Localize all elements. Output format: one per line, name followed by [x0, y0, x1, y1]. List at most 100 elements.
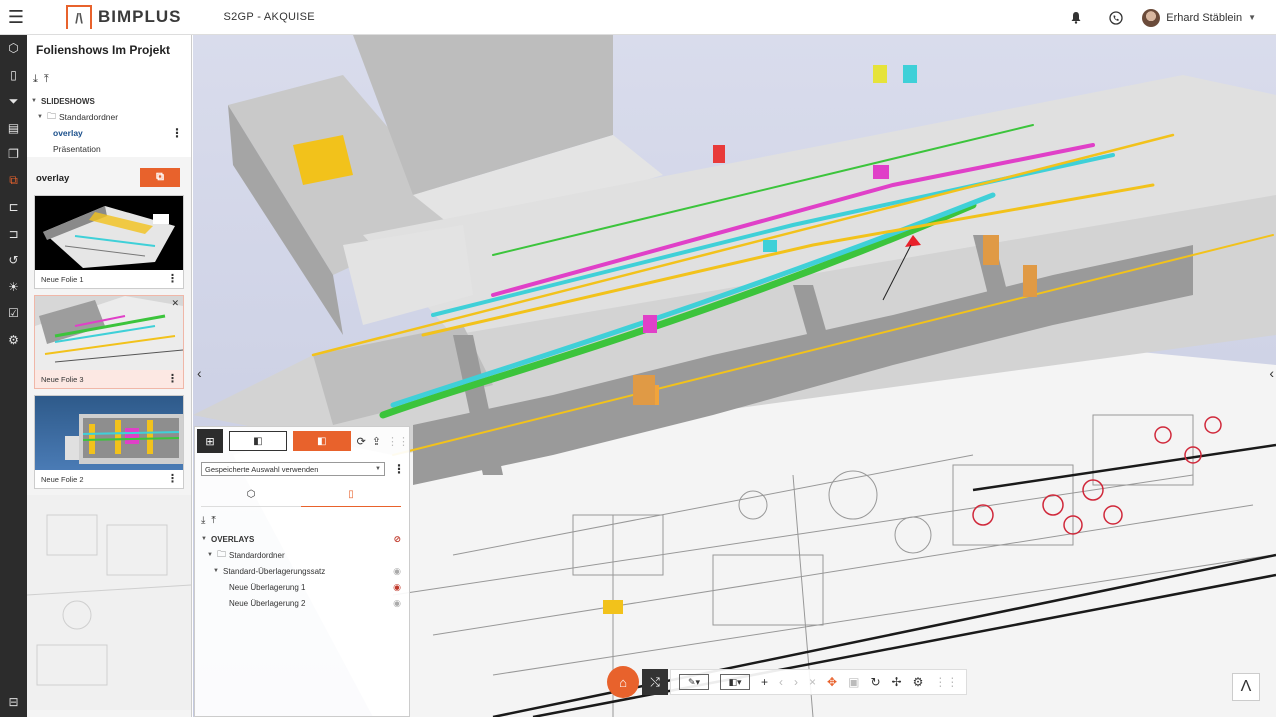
pan-icon[interactable]: ✢ [892, 675, 902, 689]
selection-dropdown[interactable]: Gespeicherte Auswahl verwenden ▼ [201, 462, 385, 476]
section-box-dropdown[interactable]: ◧▾ [720, 674, 750, 690]
overlay-folder-label: Standardordner [229, 550, 285, 560]
overlay-toolbar: ⊞ ◧ ◧ ⟳ ⇪ ⋮⋮ [195, 427, 409, 455]
slide-title: Neue Folie 1 [41, 274, 84, 284]
hamburger-menu-icon[interactable]: ☰ [0, 0, 32, 35]
slide-label-row: Neue Folie 2 ⋮ [35, 470, 183, 488]
selected-show-name: overlay [36, 172, 70, 184]
measure-mode-dropdown[interactable]: ✎▾ [679, 674, 709, 690]
slide-thumbnail [35, 396, 183, 470]
tree-folder[interactable]: ▼ 🗀 Standardordner [27, 109, 191, 125]
add-slide-button[interactable]: ⧉ [140, 168, 180, 187]
more-options-icon[interactable]: ⋮ [167, 370, 178, 388]
move-icon[interactable]: ✥ [827, 675, 837, 689]
overlay-tree-tools: ⤓ ⤒ [195, 509, 409, 531]
structure-icon[interactable]: ⊐ [0, 221, 27, 248]
phone-icon[interactable] [1096, 0, 1136, 35]
overlay-mode-button[interactable]: ◧ [228, 431, 287, 451]
slide-title: Neue Folie 2 [41, 474, 84, 484]
cart-icon[interactable]: ⊟ [0, 691, 27, 713]
tree-item-overlay[interactable]: overlay ⋮ [27, 125, 191, 141]
slide-card[interactable]: Neue Folie 2 ⋮ [34, 395, 184, 489]
chevron-down-icon: ▼ [375, 466, 381, 472]
slide-card[interactable]: ✕ Neue Folie 3 ⋮ [34, 295, 184, 389]
tab-model[interactable]: ⬡ [201, 483, 301, 507]
fit-view-icon[interactable]: ▣ [848, 675, 859, 689]
chevron-left-icon[interactable]: ‹ [197, 365, 202, 381]
overlay-mode-active-button[interactable]: ◧ [292, 431, 351, 451]
model-cube-icon[interactable]: ⬡ [0, 35, 27, 62]
more-options-icon[interactable]: ⋮ [393, 462, 405, 476]
drag-handle-icon[interactable]: ⋮⋮ [934, 675, 958, 689]
eye-icon[interactable]: ◉ [393, 582, 401, 593]
sun-icon[interactable]: ☀ [0, 274, 27, 301]
chevron-down-icon: ▼ [207, 552, 213, 558]
collapse-all-icon[interactable]: ⤒ [44, 73, 49, 86]
tree-root-label: SLIDESHOWS [41, 96, 95, 106]
close-icon[interactable]: ✕ [171, 298, 179, 309]
checklist-icon[interactable]: ☑ [0, 300, 27, 327]
more-options-icon[interactable]: ⋮ [171, 125, 183, 141]
filter-icon[interactable]: ⏷ [0, 88, 27, 115]
eye-icon[interactable]: ◉ [393, 598, 401, 609]
collapse-all-icon[interactable]: ⤒ [211, 515, 215, 526]
expand-all-icon[interactable]: ⤓ [33, 73, 38, 86]
home-icon[interactable]: ⌂ [607, 666, 639, 698]
hierarchy-icon[interactable]: ⊏ [0, 194, 27, 221]
selection-row: Gespeicherte Auswahl verwenden ▼ ⋮ [195, 455, 409, 483]
map-icon: ▯ [348, 489, 354, 500]
chevron-right-icon[interactable]: ‹ [1269, 365, 1274, 381]
more-options-icon[interactable]: ⋮ [167, 470, 178, 488]
tree-item-label: Präsentation [53, 144, 101, 154]
chevron-down-icon: ▼ [37, 114, 43, 120]
upload-icon[interactable]: ⇪ [372, 435, 381, 448]
bell-icon[interactable] [1056, 0, 1096, 35]
overlay-tree-root[interactable]: ▼ OVERLAYS ⊘ [195, 531, 409, 547]
slide-card[interactable]: Neue Folie 1 ⋮ [34, 195, 184, 289]
user-name: Erhard Stäblein [1166, 11, 1243, 24]
clipboard-icon[interactable]: ▤ [0, 115, 27, 142]
close-icon[interactable]: × [809, 675, 816, 689]
overlay-root-label: OVERLAYS [211, 534, 255, 544]
chevron-up-icon[interactable]: Λ [1232, 673, 1260, 701]
eye-icon[interactable]: ◉ [393, 566, 401, 577]
rotate-icon[interactable]: ↻ [870, 675, 880, 689]
overlay-item-label: Neue Überlagerung 2 [229, 598, 306, 608]
more-options-icon[interactable]: ⋮ [167, 270, 178, 288]
layers-icon[interactable]: ❐ [0, 141, 27, 168]
history-icon[interactable]: ↺ [0, 247, 27, 274]
bimplus-logo[interactable]: /\ BIMPLUS [66, 5, 182, 29]
tree-item-praesentation[interactable]: Präsentation [27, 141, 191, 157]
chevron-down-icon: ▼ [1248, 13, 1256, 22]
chevron-down-icon: ▼ [213, 568, 219, 574]
expand-all-icon[interactable]: ⤓ [201, 515, 205, 526]
faded-floorplan-background [27, 495, 191, 710]
shuffle-icon[interactable]: ⤭ [642, 669, 668, 695]
gear-icon[interactable]: ⚙ [913, 675, 924, 689]
avatar [1142, 8, 1161, 27]
slideshow-icon[interactable]: ⧉ [0, 168, 27, 195]
map-icon[interactable]: ▯ [0, 62, 27, 89]
chevron-right-icon[interactable]: › [794, 675, 798, 689]
overlay-tabs: ⬡ ▯ [201, 483, 401, 507]
tree-root[interactable]: ▼ SLIDESHOWS [27, 93, 191, 109]
refresh-icon[interactable]: ⟳ [357, 435, 366, 448]
overlay-item[interactable]: Neue Überlagerung 1 ◉ [195, 579, 409, 595]
project-title[interactable]: S2GP - AKQUISE [224, 11, 315, 23]
overlay-tree-set[interactable]: ▼ Standard-Überlagerungssatz ◉ [195, 563, 409, 579]
zoom-in-icon[interactable]: + [761, 675, 768, 689]
chevron-down-icon: ▼ [31, 98, 37, 104]
overlay-item[interactable]: Neue Überlagerung 2 ◉ [195, 595, 409, 611]
cube-icon: ⬡ [246, 489, 256, 500]
overlay-tree-folder[interactable]: ▼ 🗀 Standardordner [195, 547, 409, 563]
panel-title: Folienshows Im Projekt [27, 35, 191, 65]
gear-icon[interactable]: ⚙ [0, 327, 27, 354]
eye-off-icon[interactable]: ⊘ [393, 534, 401, 545]
chevron-left-icon[interactable]: ‹ [779, 675, 783, 689]
user-menu[interactable]: Erhard Stäblein ▼ [1142, 8, 1256, 27]
hierarchy-icon[interactable]: ⊞ [197, 429, 223, 453]
left-icon-rail: ⬡ ▯ ⏷ ▤ ❐ ⧉ ⊏ ⊐ ↺ ☀ ☑ ⚙ ⊟ [0, 35, 27, 717]
drag-handle-icon[interactable]: ⋮⋮ [387, 435, 409, 448]
folder-icon: 🗀 [217, 549, 227, 559]
tab-plans[interactable]: ▯ [301, 483, 401, 507]
